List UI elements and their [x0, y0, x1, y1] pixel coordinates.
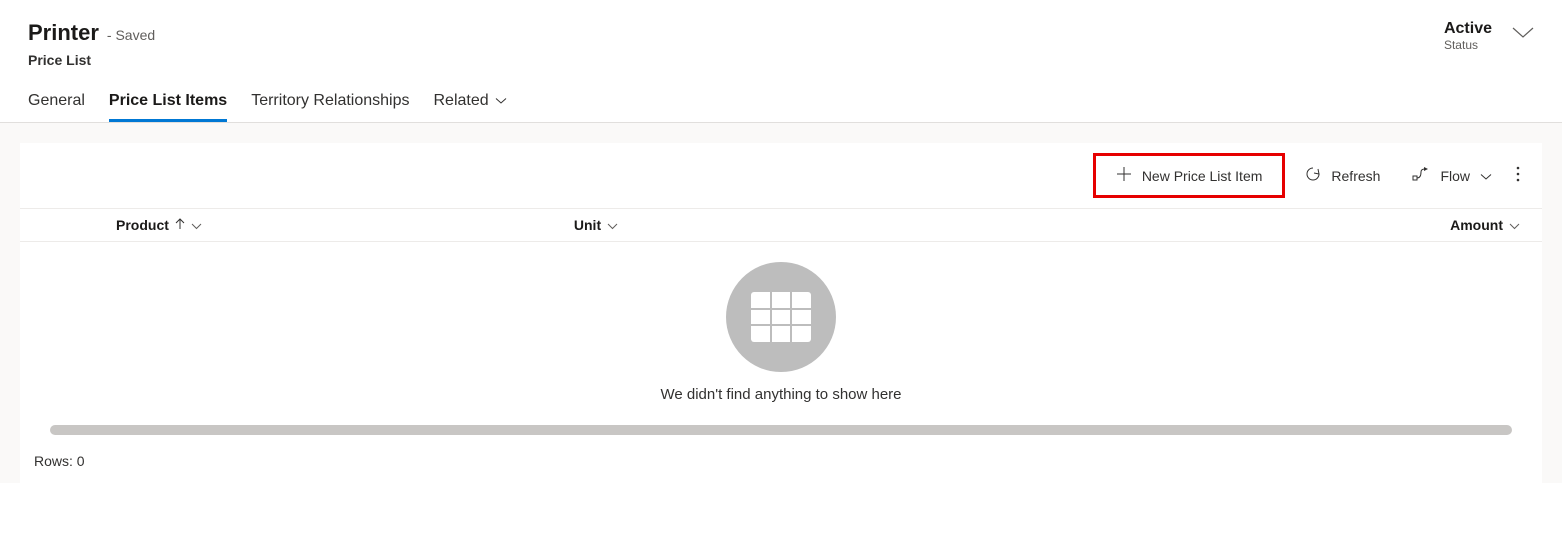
more-commands-button[interactable] — [1512, 160, 1524, 191]
record-title: Printer — [28, 20, 99, 46]
record-header: Printer - Saved Price List Active Status — [0, 0, 1562, 68]
empty-message: We didn't find anything to show here — [660, 386, 901, 403]
chevron-down-icon — [191, 217, 202, 233]
refresh-icon — [1305, 166, 1321, 185]
status-field[interactable]: Active Status — [1444, 20, 1492, 52]
column-unit[interactable]: Unit — [574, 217, 618, 233]
tab-territory-relationships[interactable]: Territory Relationships — [251, 92, 409, 122]
tab-bar: General Price List Items Territory Relat… — [0, 68, 1562, 123]
flow-button[interactable]: Flow — [1400, 161, 1504, 190]
status-label: Status — [1444, 38, 1478, 52]
chevron-down-icon — [495, 92, 507, 110]
tab-price-list-items[interactable]: Price List Items — [109, 92, 227, 122]
vertical-dots-icon — [1516, 166, 1520, 185]
chevron-down-icon — [1480, 168, 1492, 184]
chevron-down-icon — [1509, 217, 1520, 233]
highlight-annotation: New Price List Item — [1093, 153, 1286, 198]
column-product[interactable]: Product — [116, 217, 202, 233]
tab-related[interactable]: Related — [433, 92, 506, 122]
chevron-down-icon — [607, 217, 618, 233]
column-amount[interactable]: Amount — [1450, 217, 1520, 233]
expand-header-icon[interactable] — [1512, 26, 1534, 44]
saved-indicator: - Saved — [107, 27, 155, 43]
empty-grid-icon — [726, 262, 836, 372]
horizontal-scrollbar[interactable] — [50, 425, 1512, 435]
refresh-button[interactable]: Refresh — [1293, 160, 1392, 191]
tab-general[interactable]: General — [28, 92, 85, 122]
flow-icon — [1412, 167, 1430, 184]
table-header-row: Product Unit Amount — [20, 208, 1542, 242]
empty-state: We didn't find anything to show here — [20, 242, 1542, 415]
plus-icon — [1116, 166, 1132, 185]
rows-count: Rows: 0 — [20, 435, 1542, 483]
subgrid-toolbar: New Price List Item Refresh Flow — [20, 143, 1542, 208]
entity-label: Price List — [28, 52, 155, 68]
status-value: Active — [1444, 20, 1492, 38]
sort-ascending-icon — [175, 217, 185, 233]
new-price-list-item-button[interactable]: New Price List Item — [1104, 160, 1275, 191]
